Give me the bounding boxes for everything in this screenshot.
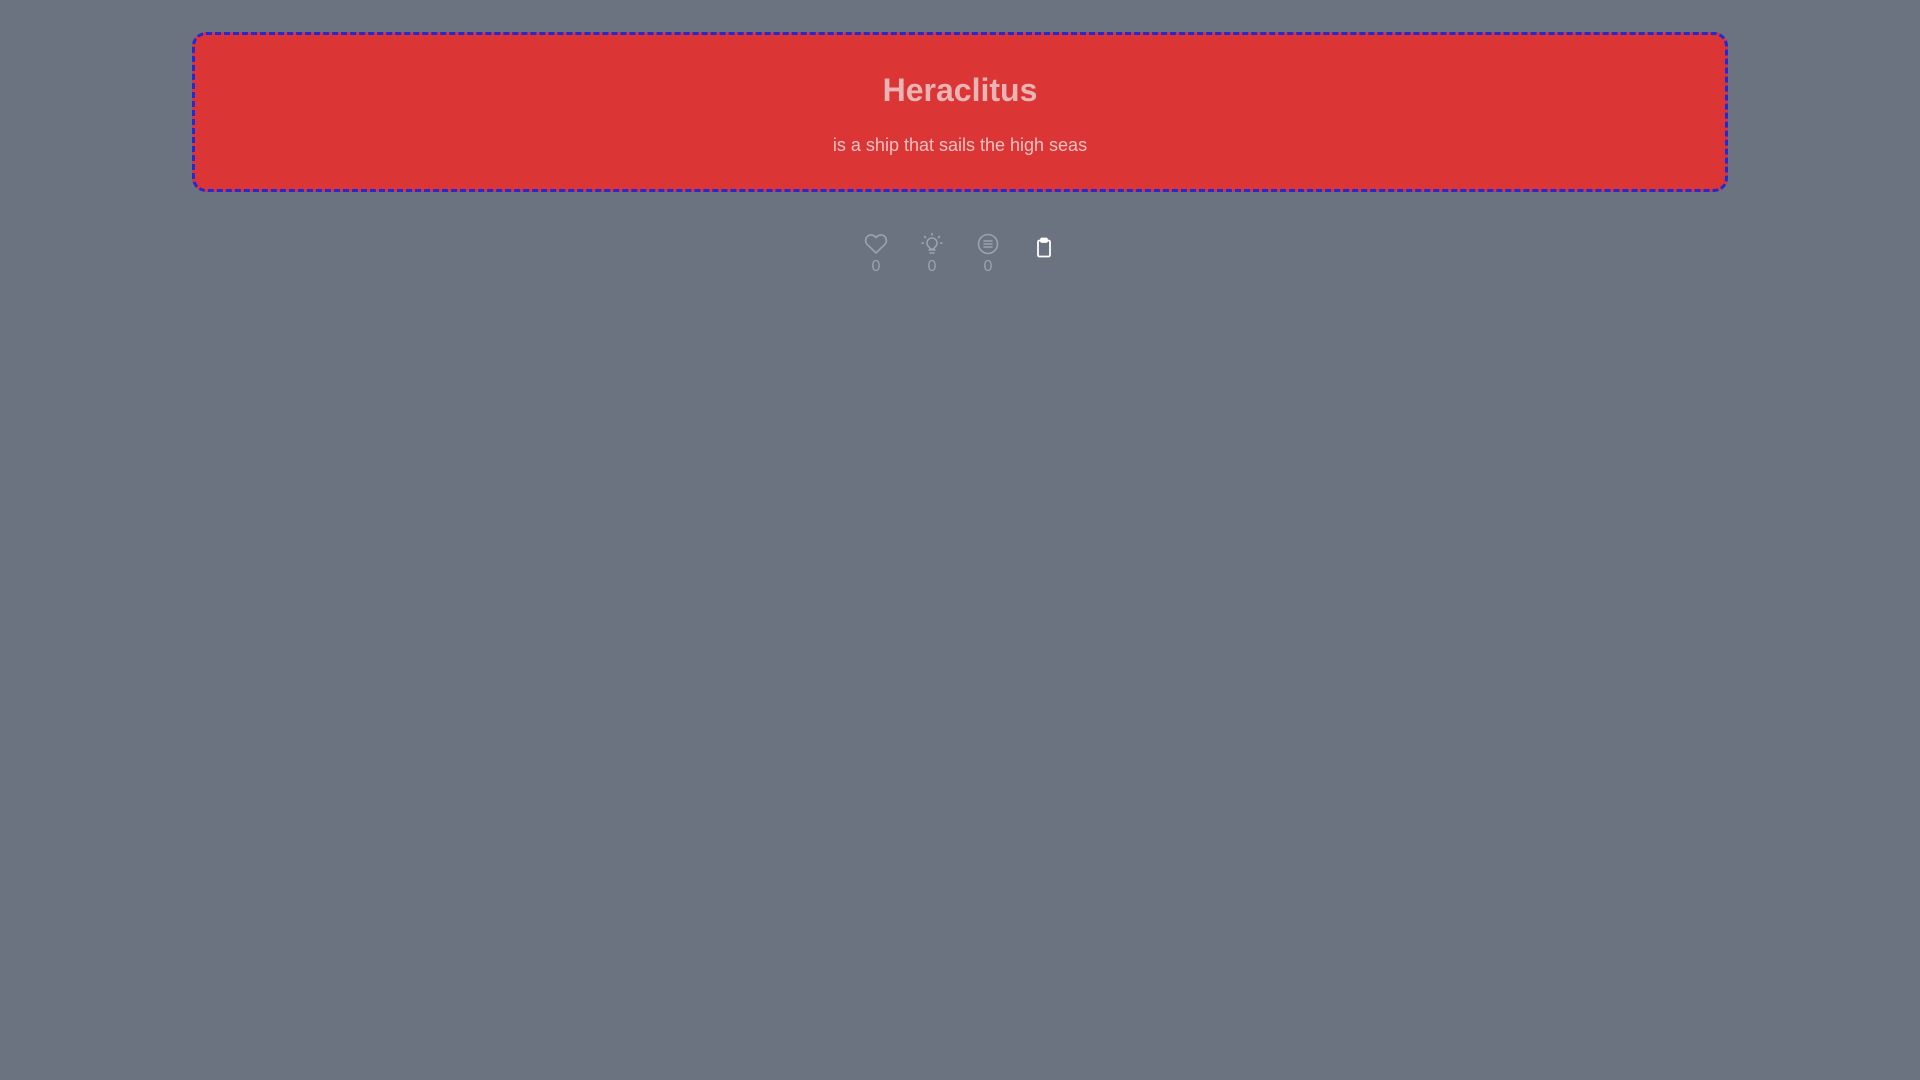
clipboard-icon [1032,236,1056,260]
like-count: 0 [871,258,881,275]
idea-button[interactable]: 0 [915,232,949,277]
copy-button[interactable] [1027,236,1061,260]
comment-button[interactable]: 0 [971,232,1005,277]
card-subtitle: is a ship that sails the high seas [832,135,1088,155]
lightbulb-icon [920,232,944,256]
like-button[interactable]: 0 [859,232,893,277]
heart-icon [864,232,888,256]
idea-count: 0 [927,258,937,275]
list-circle-icon [976,232,1000,256]
comment-count: 0 [983,258,993,275]
quote-card: Heraclitus is a ship that sails the high… [192,32,1728,192]
page: Heraclitus is a ship that sails the high… [0,0,1920,1080]
action-bar: 0 0 0 [0,232,1920,277]
card-title: Heraclitus [882,72,1038,108]
